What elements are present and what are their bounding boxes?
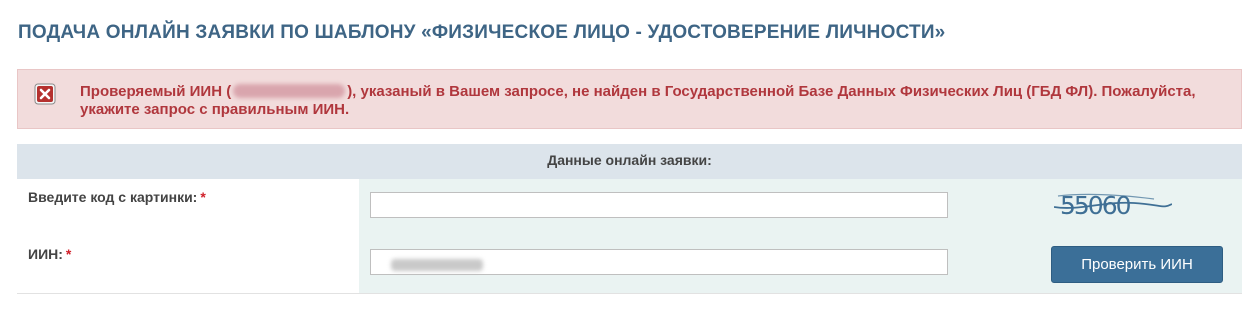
captcha-label-cell: Введите код с картинки: *: [17, 179, 359, 236]
redacted-iin: [233, 84, 346, 98]
error-alert: Проверяемый ИИН (), указаный в Вашем зап…: [17, 69, 1242, 129]
iin-row: ИИН: * Проверить ИИН: [17, 236, 1242, 294]
captcha-image: 55060: [1054, 191, 1172, 220]
error-text-before: Проверяемый ИИН (: [80, 83, 232, 100]
page-title: ПОДАЧА ОНЛАЙН ЗАЯВКИ ПО ШАБЛОНУ «ФИЗИЧЕС…: [18, 22, 946, 43]
redacted-iin-value: [391, 259, 483, 271]
iin-label-cell: ИИН: *: [17, 236, 359, 293]
captcha-row: Введите код с картинки: * 55060: [17, 179, 1242, 237]
iin-label-text: ИИН:: [28, 246, 63, 262]
iin-field-cell: Проверить ИИН: [359, 236, 1242, 293]
iin-label: ИИН: *: [28, 246, 71, 262]
required-mark: *: [65, 246, 72, 262]
error-message: Проверяемый ИИН (), указаный в Вашем зап…: [80, 83, 1210, 119]
form-header: Данные онлайн заявки:: [17, 144, 1242, 179]
error-close-icon: [34, 83, 56, 105]
required-mark: *: [200, 189, 206, 205]
captcha-input[interactable]: [370, 192, 948, 218]
captcha-field-cell: 55060: [359, 179, 1242, 236]
captcha-label: Введите код с картинки: *: [28, 189, 206, 205]
check-iin-button[interactable]: Проверить ИИН: [1051, 246, 1223, 283]
captcha-label-text: Введите код с картинки:: [28, 189, 198, 205]
